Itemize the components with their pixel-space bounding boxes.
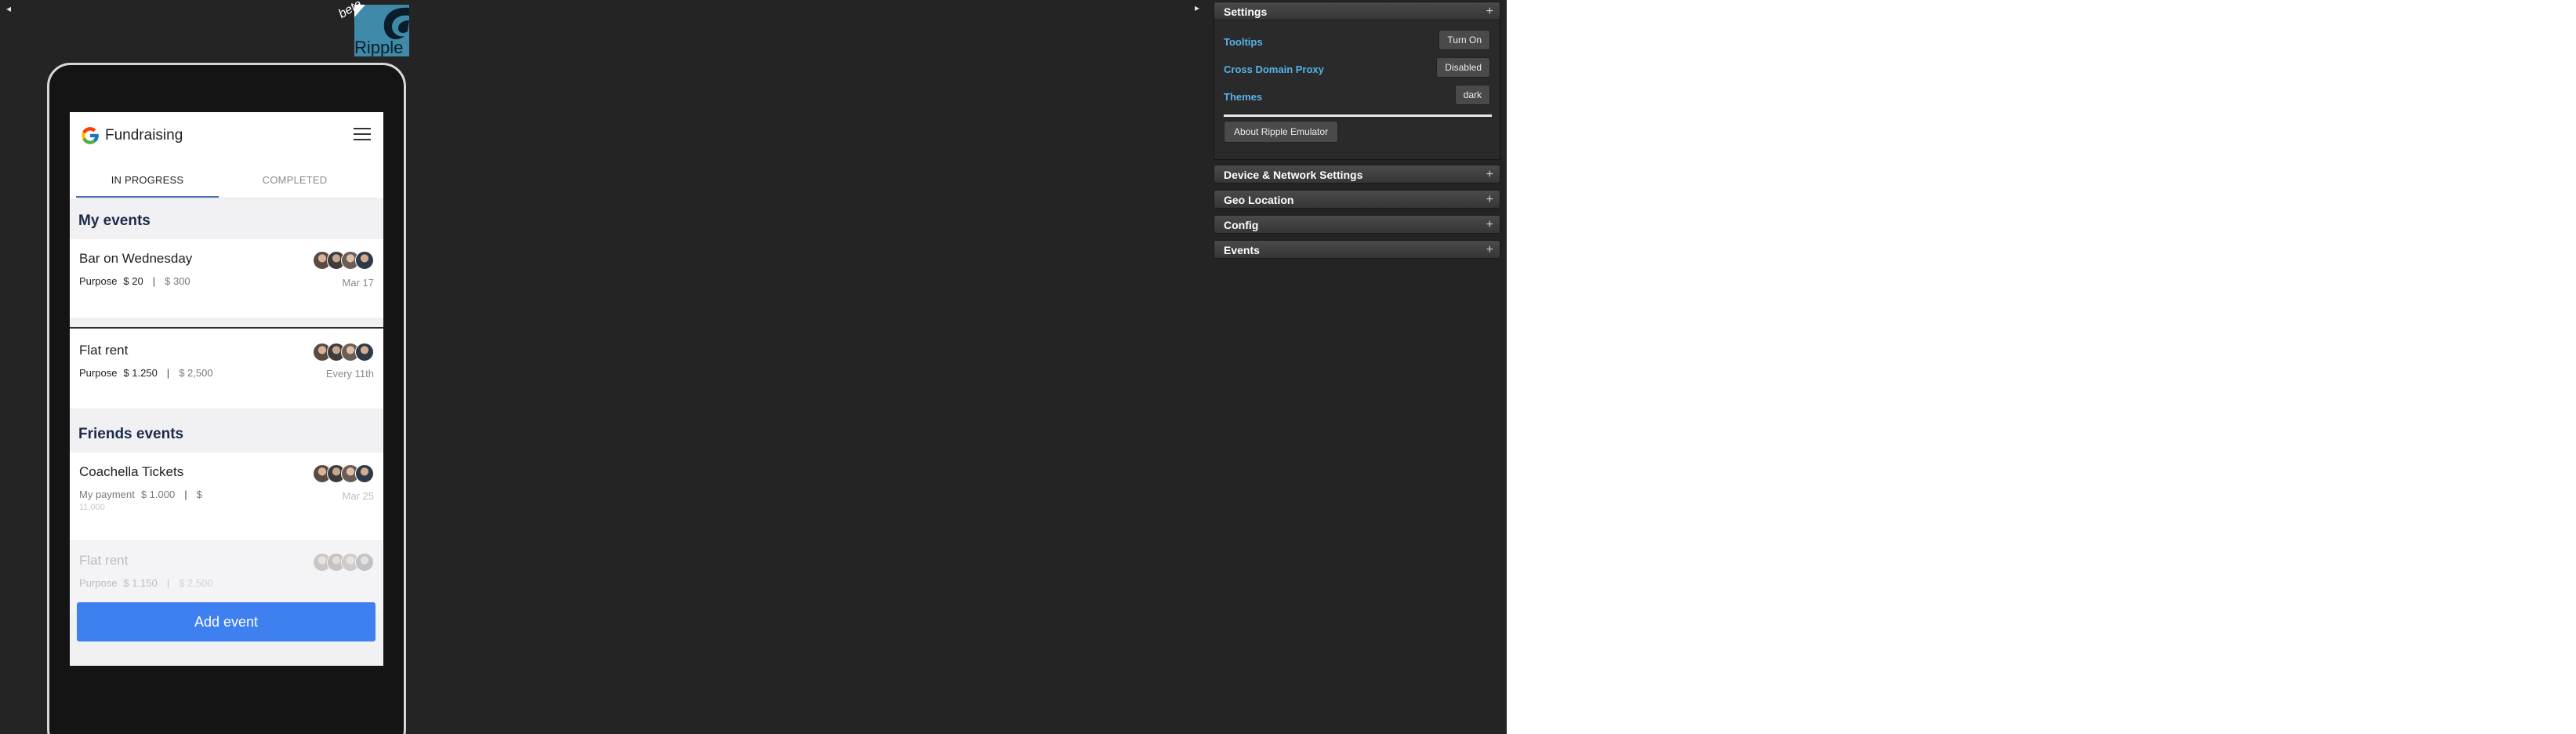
section-title: Events	[1224, 244, 1260, 256]
app-bar: Fundraising IN PROGRESS COMPLETED	[70, 112, 383, 198]
event-title: Coachella Tickets	[79, 464, 184, 479]
google-logo-icon	[82, 127, 99, 144]
event-card[interactable]: Flat rent Purpose $ 1.250 | $ 2,500 Every 1…	[70, 329, 383, 409]
event-type: Purpose	[79, 367, 118, 379]
avatar	[355, 553, 374, 572]
event-separator: |	[166, 367, 170, 379]
add-event-button[interactable]: Add event	[77, 602, 376, 641]
event-amount: $ 1.000	[140, 489, 176, 500]
arrow-left-icon[interactable]: ◂	[6, 4, 11, 13]
settings-header[interactable]: Settings +	[1214, 2, 1500, 20]
plus-icon[interactable]: +	[1486, 241, 1493, 260]
cross-domain-proxy-select[interactable]: Disabled	[1436, 57, 1490, 78]
participant-avatars	[313, 553, 374, 572]
event-title: Flat rent	[79, 553, 129, 568]
tooltips-label: Tooltips	[1224, 36, 1263, 48]
event-separator: |	[152, 275, 156, 287]
event-type: Purpose	[79, 275, 118, 287]
event-goal: $ 2,500	[179, 367, 213, 379]
event-amounts: My payment $ 1.000 | $	[79, 489, 202, 500]
event-title: Flat rent	[79, 343, 129, 358]
device-network-settings-header[interactable]: Device & Network Settings +	[1214, 165, 1500, 184]
event-separator: |	[184, 489, 187, 500]
event-title: Bar on Wednesday	[79, 251, 193, 266]
avatar	[355, 343, 374, 362]
avatar	[355, 464, 374, 483]
settings-body: Tooltips Turn On Cross Domain Proxy Disa…	[1214, 20, 1500, 160]
app-screen: Fundraising IN PROGRESS COMPLETED My eve…	[70, 112, 383, 666]
logo-text: Ripple	[354, 38, 403, 56]
event-card[interactable]: Coachella Tickets My payment $ 1.000 | $ 11…	[70, 452, 383, 540]
event-card[interactable]: Bar on Wednesday Purpose $ 20 | $ 300 Mar 1…	[70, 239, 383, 318]
event-amounts: Purpose $ 1.250 | $ 2,500	[79, 367, 213, 379]
cross-domain-proxy-label: Cross Domain Proxy	[1224, 64, 1324, 75]
themes-label: Themes	[1224, 91, 1263, 103]
tab-in-progress[interactable]: IN PROGRESS	[76, 165, 219, 198]
event-separator: |	[166, 577, 170, 589]
avatar	[355, 251, 374, 270]
event-goal: $ 300	[165, 275, 190, 287]
settings-title: Settings	[1224, 5, 1268, 18]
events-header[interactable]: Events +	[1214, 240, 1500, 259]
hamburger-menu-icon[interactable]	[354, 128, 371, 142]
config-header[interactable]: Config +	[1214, 215, 1500, 234]
event-date: Every 11th	[325, 368, 374, 380]
section-title: Config	[1224, 219, 1259, 231]
event-amount: $ 1.150	[123, 577, 158, 589]
event-goal: $	[196, 489, 202, 500]
plus-icon[interactable]: +	[1486, 165, 1493, 184]
plus-icon[interactable]: +	[1486, 2, 1493, 21]
participant-avatars	[313, 464, 374, 483]
ripple-logo: beta Ripple	[337, 2, 409, 56]
event-date: Mar 25	[342, 490, 374, 502]
emulator-workspace: ◂ ▸ beta Ripple Fundraising IN PROGRESS …	[0, 0, 1507, 734]
tooltips-toggle-button[interactable]: Turn On	[1439, 30, 1490, 50]
arrow-right-icon[interactable]: ▸	[1195, 3, 1199, 13]
my-events-heading: My events	[78, 213, 151, 229]
settings-divider	[1224, 114, 1492, 117]
event-goal-wrap: 11,000	[79, 503, 105, 512]
participant-avatars	[313, 343, 374, 362]
event-amount: $ 20	[123, 275, 143, 287]
plus-icon[interactable]: +	[1486, 191, 1493, 209]
section-title: Device & Network Settings	[1224, 169, 1363, 181]
app-title: Fundraising	[105, 127, 183, 144]
event-amounts: Purpose $ 1.150 | $ 2,500	[79, 577, 213, 589]
themes-select[interactable]: dark	[1454, 85, 1490, 105]
event-type: My payment	[79, 489, 135, 500]
friends-events-heading: Friends events	[78, 426, 184, 442]
plus-icon[interactable]: +	[1486, 216, 1493, 234]
event-type: Purpose	[79, 577, 118, 589]
geo-location-header[interactable]: Geo Location +	[1214, 190, 1500, 209]
section-title: Geo Location	[1224, 194, 1294, 206]
participant-avatars	[313, 251, 374, 270]
tab-completed[interactable]: COMPLETED	[223, 165, 366, 196]
event-goal: $ 2,500	[179, 577, 213, 589]
about-ripple-button[interactable]: About Ripple Emulator	[1224, 121, 1339, 143]
event-amounts: Purpose $ 20 | $ 300	[79, 275, 190, 287]
event-date: Mar 17	[342, 277, 374, 289]
event-amount: $ 1.250	[123, 367, 158, 379]
